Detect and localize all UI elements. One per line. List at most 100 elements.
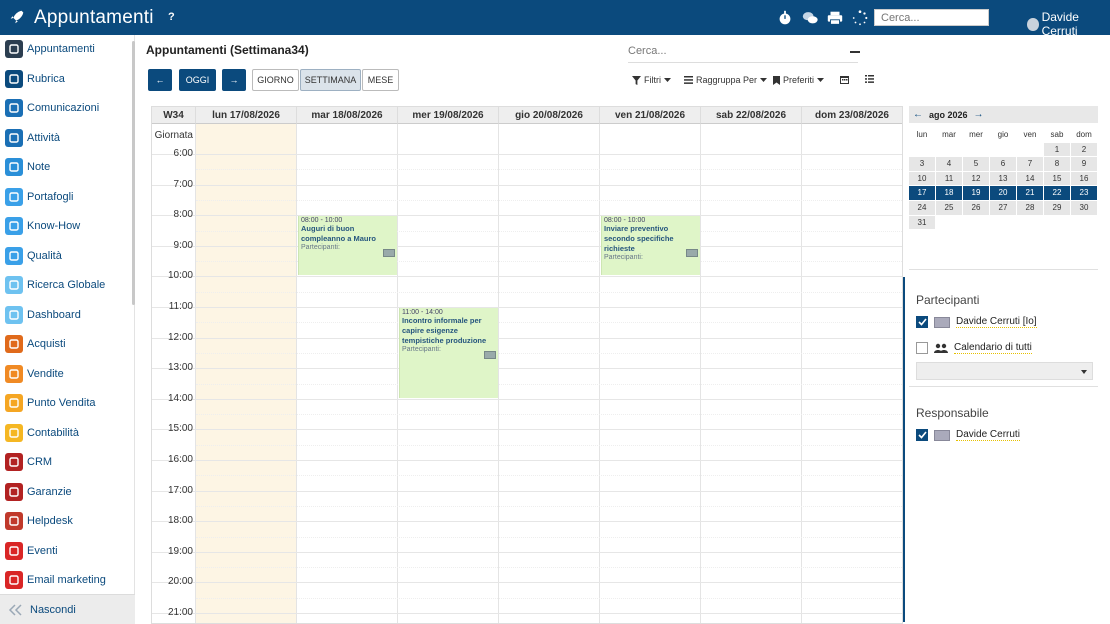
sidebar-item-know-how[interactable]: Know-How bbox=[5, 215, 80, 237]
mini-calendar-day[interactable]: 20 bbox=[990, 186, 1016, 200]
mini-calendar-day[interactable]: 27 bbox=[990, 200, 1016, 215]
mini-calendar-day[interactable]: 23 bbox=[1071, 186, 1097, 200]
sidebar-item-qualit-[interactable]: Qualità bbox=[5, 245, 62, 267]
sidebar-item-helpdesk[interactable]: Helpdesk bbox=[5, 510, 73, 532]
day-column[interactable] bbox=[196, 124, 297, 623]
mini-calendar-day[interactable]: 11 bbox=[936, 171, 962, 186]
sidebar-item-comunicazioni[interactable]: Comunicazioni bbox=[5, 97, 99, 119]
day-column[interactable] bbox=[802, 124, 902, 623]
filters-dropdown[interactable]: Filtri bbox=[632, 75, 671, 85]
checkbox-checked[interactable] bbox=[916, 429, 928, 441]
view-week-button[interactable]: SETTIMANA bbox=[300, 69, 361, 91]
view-month-button[interactable]: MESE bbox=[362, 69, 399, 91]
mini-calendar-day[interactable]: 26 bbox=[963, 200, 989, 215]
timer-icon[interactable] bbox=[776, 9, 794, 27]
today-button[interactable]: OGGI bbox=[179, 69, 216, 91]
sidebar-item-garanzie[interactable]: Garanzie bbox=[5, 481, 72, 503]
sidebar-item-contabilit-[interactable]: Contabilità bbox=[5, 422, 79, 444]
participant-all-checkbox[interactable]: Calendario di tutti bbox=[916, 342, 1032, 354]
mini-calendar-day[interactable]: 18 bbox=[936, 186, 962, 200]
mini-calendar-day[interactable]: 3 bbox=[909, 157, 935, 171]
sidebar-item-eventi[interactable]: Eventi bbox=[5, 540, 58, 562]
calendar-search-input[interactable]: Cerca... bbox=[628, 45, 858, 63]
sidebar-item-portafogli[interactable]: Portafogli bbox=[5, 186, 73, 208]
half-hour-line bbox=[196, 199, 902, 201]
group-by-dropdown[interactable]: Raggruppa Per bbox=[684, 75, 768, 85]
help-icon[interactable]: ? bbox=[168, 11, 175, 23]
mini-calendar-day[interactable]: 19 bbox=[963, 186, 989, 200]
collapse-search-icon[interactable] bbox=[850, 51, 860, 53]
sidebar-item-punto-vendita[interactable]: Punto Vendita bbox=[5, 392, 96, 414]
calendar-view-icon[interactable] bbox=[840, 75, 849, 84]
sidebar-item-note[interactable]: Note bbox=[5, 156, 50, 178]
view-day-button[interactable]: GIORNO bbox=[252, 69, 299, 91]
sidebar-item-vendite[interactable]: Vendite bbox=[5, 363, 64, 385]
day-column[interactable] bbox=[600, 124, 701, 623]
mini-calendar-day[interactable]: 17 bbox=[909, 186, 935, 200]
mini-calendar-day[interactable]: 24 bbox=[909, 200, 935, 215]
day-column[interactable] bbox=[297, 124, 398, 623]
mini-calendar-day[interactable]: 15 bbox=[1044, 171, 1070, 186]
day-header[interactable]: lun 17/08/2026 bbox=[196, 107, 297, 124]
next-week-button[interactable]: → bbox=[222, 69, 246, 91]
mini-calendar-day[interactable]: 12 bbox=[963, 171, 989, 186]
mini-calendar-day[interactable]: 25 bbox=[936, 200, 962, 215]
sidebar-item-appuntamenti[interactable]: Appuntamenti bbox=[5, 38, 95, 60]
day-header[interactable]: gio 20/08/2026 bbox=[499, 107, 600, 124]
mini-calendar-day[interactable]: 29 bbox=[1044, 200, 1070, 215]
chat-icon[interactable] bbox=[801, 9, 819, 27]
mini-calendar-day[interactable]: 31 bbox=[909, 215, 935, 230]
sidebar-scrollbar[interactable] bbox=[132, 41, 135, 305]
mini-calendar-day[interactable]: 5 bbox=[963, 157, 989, 171]
day-header[interactable]: dom 23/08/2026 bbox=[802, 107, 902, 124]
sidebar-item-email-marketing[interactable]: Email marketing bbox=[5, 569, 106, 591]
favorites-dropdown[interactable]: Preferiti bbox=[773, 75, 825, 85]
mini-calendar-day[interactable]: 7 bbox=[1017, 157, 1043, 171]
mini-calendar-day[interactable]: 6 bbox=[990, 157, 1016, 171]
mini-calendar-day[interactable]: 2 bbox=[1071, 142, 1097, 157]
mini-calendar-day[interactable]: 16 bbox=[1071, 171, 1097, 186]
mini-calendar-day[interactable]: 13 bbox=[990, 171, 1016, 186]
responsible-checkbox[interactable]: Davide Cerruti bbox=[916, 429, 1020, 441]
sidebar-item-rubrica[interactable]: Rubrica bbox=[5, 68, 65, 90]
user-menu[interactable]: Davide Cerruti bbox=[1027, 10, 1110, 38]
prev-week-button[interactable]: ← bbox=[148, 69, 172, 91]
mini-calendar-day[interactable]: 22 bbox=[1044, 186, 1070, 200]
day-header[interactable]: ven 21/08/2026 bbox=[600, 107, 701, 124]
rocket-icon[interactable] bbox=[8, 8, 26, 26]
list-view-icon[interactable] bbox=[865, 75, 874, 83]
global-search-input[interactable] bbox=[874, 9, 989, 26]
sidebar-item-acquisti[interactable]: Acquisti bbox=[5, 333, 66, 355]
calendar-event[interactable]: 08:00 - 10:00 Inviare preventivo secondo … bbox=[601, 216, 700, 276]
calendar-event[interactable]: 11:00 - 14:00 Incontro informale per capi… bbox=[399, 308, 498, 398]
day-header[interactable]: mer 19/08/2026 bbox=[398, 107, 499, 124]
mini-calendar-day[interactable]: 9 bbox=[1071, 157, 1097, 171]
mini-calendar-day[interactable]: 14 bbox=[1017, 171, 1043, 186]
day-column[interactable] bbox=[701, 124, 802, 623]
participant-me-checkbox[interactable]: Davide Cerruti [Io] bbox=[916, 316, 1037, 328]
day-column[interactable] bbox=[499, 124, 600, 623]
participant-select[interactable] bbox=[916, 362, 1093, 380]
mini-calendar-day[interactable]: 10 bbox=[909, 171, 935, 186]
day-header[interactable]: sab 22/08/2026 bbox=[701, 107, 802, 124]
calendar-scrollbar[interactable] bbox=[903, 277, 905, 622]
calendar-event[interactable]: 08:00 - 10:00 Auguri di buon compleanno a… bbox=[298, 216, 397, 276]
prev-month-icon[interactable]: ← bbox=[913, 109, 923, 120]
mini-calendar-day[interactable]: 1 bbox=[1044, 142, 1070, 157]
print-icon[interactable] bbox=[826, 9, 844, 27]
mini-calendar-day[interactable]: 28 bbox=[1017, 200, 1043, 215]
mini-calendar-day[interactable]: 30 bbox=[1071, 200, 1097, 215]
sidebar-item-ricerca-globale[interactable]: Ricerca Globale bbox=[5, 274, 105, 296]
mini-calendar-day[interactable]: 4 bbox=[936, 157, 962, 171]
sidebar-item-label: Email marketing bbox=[27, 574, 106, 586]
sidebar-item-attivit-[interactable]: Attività bbox=[5, 127, 60, 149]
sidebar-item-crm[interactable]: CRM bbox=[5, 451, 52, 473]
day-header[interactable]: mar 18/08/2026 bbox=[297, 107, 398, 124]
checkbox-checked[interactable] bbox=[916, 316, 928, 328]
next-month-icon[interactable]: → bbox=[974, 109, 984, 120]
sidebar-item-dashboard[interactable]: Dashboard bbox=[5, 304, 81, 326]
checkbox-unchecked[interactable] bbox=[916, 342, 928, 354]
mini-calendar-day[interactable]: 8 bbox=[1044, 157, 1070, 171]
hide-sidebar-button[interactable]: Nascondi bbox=[0, 594, 135, 624]
mini-calendar-day[interactable]: 21 bbox=[1017, 186, 1043, 200]
